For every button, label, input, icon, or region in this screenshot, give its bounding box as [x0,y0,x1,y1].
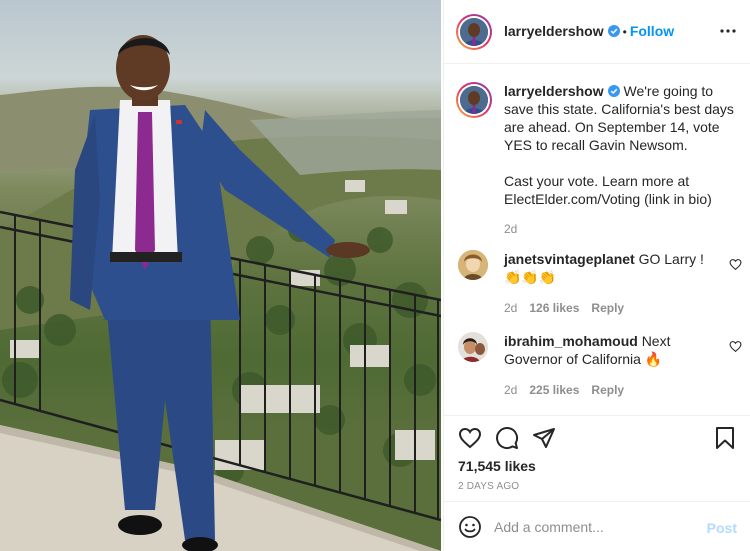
caption-cta: Cast your vote. Learn more at ElectElder… [504,173,712,207]
comment-likes[interactable]: 225 likes [529,383,579,397]
reply-button[interactable]: Reply [591,301,624,315]
commenter-username[interactable]: ibrahim_mohamoud [504,333,638,349]
author-avatar[interactable] [456,14,492,50]
add-comment-bar: Post [444,501,750,551]
caption-timestamp[interactable]: 2d [504,220,744,238]
commenter-avatar[interactable] [458,332,488,362]
commenter-username[interactable]: janetsvintageplanet [504,251,635,267]
post-photo[interactable] [0,0,441,551]
post-date: 2 DAYS AGO [458,481,520,492]
photo-illustration [0,35,441,551]
comment-body: janetsvintageplanet GO Larry ! 👏👏👏 2d 126… [504,250,714,317]
likes-count[interactable]: 71,545 likes [458,458,536,474]
comment-time: 2d [504,301,518,315]
heart-icon[interactable] [729,258,742,271]
emoji-icon[interactable] [458,515,482,539]
reply-button[interactable]: Reply [591,383,624,397]
post-actions: 71,545 likes 2 DAYS AGO [444,415,750,501]
caption-avatar[interactable] [456,82,492,118]
verified-badge-icon [607,25,620,37]
follow-button[interactable]: Follow [630,23,674,39]
heart-icon[interactable] [458,426,482,450]
commenter-avatar[interactable] [458,250,488,280]
caption-text: larryeldershow We're going to save this … [504,82,744,238]
post-header: larryeldershow • Follow [444,0,750,64]
post-sidebar: larryeldershow • Follow larryeldershow We'… [443,0,750,551]
comment-time: 2d [504,383,518,397]
comment-body: ibrahim_mohamoud Next Governor of Califo… [504,332,714,399]
separator-dot: • [622,25,627,39]
comment-input[interactable] [494,516,694,538]
comment-likes[interactable]: 126 likes [529,301,579,315]
author-username[interactable]: larryeldershow [504,23,604,39]
bookmark-icon[interactable] [713,426,737,450]
heart-icon[interactable] [729,340,742,353]
share-icon[interactable] [532,426,556,450]
comment-icon[interactable] [495,426,519,450]
caption-username[interactable]: larryeldershow [504,83,604,99]
verified-badge-icon [607,85,620,97]
more-options-icon[interactable] [719,22,737,40]
post-comment-button[interactable]: Post [707,520,737,536]
